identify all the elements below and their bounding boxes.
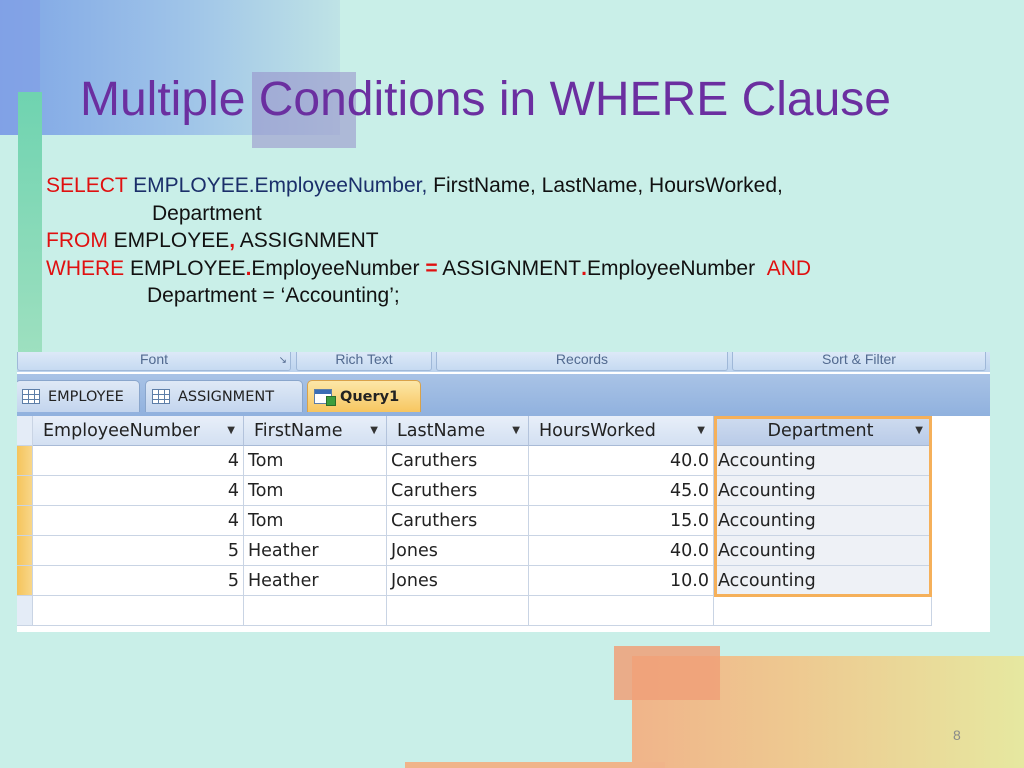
column-header-label: EmployeeNumber	[43, 421, 200, 441]
sql-line-from: FROM EMPLOYEE, ASSIGNMENT	[46, 227, 811, 255]
row-selector[interactable]	[17, 596, 33, 626]
sql-qualified-column: EMPLOYEE.EmployeeNumber,	[133, 174, 428, 197]
ribbon-group-font[interactable]: Font ↘	[17, 352, 291, 371]
select-all-corner[interactable]	[17, 416, 33, 446]
slide-number: 8	[953, 727, 961, 743]
sql-keyword-where: WHERE	[46, 256, 125, 280]
dropdown-arrow-icon[interactable]: ▼	[915, 416, 923, 445]
cell-employeenumber[interactable]	[33, 596, 244, 626]
sql-keyword-from: FROM	[46, 229, 108, 252]
ribbon-group-label: Rich Text	[335, 352, 393, 367]
row-selector[interactable]	[17, 506, 33, 536]
column-header-label: Department	[767, 421, 874, 441]
column-header-firstname[interactable]: FirstName ▼	[244, 416, 387, 446]
cell-firstname[interactable]: Tom	[244, 476, 387, 506]
cell-firstname[interactable]: Tom	[244, 506, 387, 536]
column-header-department[interactable]: Department ▼	[714, 416, 932, 446]
sql-columns: FirstName, LastName, HoursWorked,	[433, 174, 783, 197]
cell-employeenumber[interactable]: 5	[33, 536, 244, 566]
cell-firstname[interactable]: Heather	[244, 536, 387, 566]
cell-employeenumber[interactable]: 4	[33, 476, 244, 506]
tab-query1[interactable]: Query1	[307, 380, 421, 412]
ribbon-group-label: Font	[139, 352, 168, 367]
slide-title: Multiple Conditions in WHERE Clause	[80, 73, 891, 126]
row-selector[interactable]	[17, 476, 33, 506]
sql-table-b: ASSIGNMENT	[442, 256, 582, 280]
tab-assignment[interactable]: ASSIGNMENT	[145, 380, 303, 412]
column-header-label: LastName	[397, 421, 486, 441]
row-selector[interactable]	[17, 536, 33, 566]
cell-lastname[interactable]: Caruthers	[387, 506, 529, 536]
row-selector[interactable]	[17, 566, 33, 596]
decor-block-bottom-right-overlay	[614, 646, 720, 700]
tab-label: Query1	[340, 388, 400, 405]
cell-department[interactable]: Accounting	[714, 446, 932, 476]
dropdown-arrow-icon[interactable]: ▼	[697, 416, 705, 445]
cell-hoursworked[interactable]	[529, 596, 714, 626]
cell-lastname[interactable]	[387, 596, 529, 626]
dropdown-arrow-icon[interactable]: ▼	[370, 416, 378, 445]
cell-hoursworked[interactable]: 40.0	[529, 536, 714, 566]
dialog-launcher-icon[interactable]: ↘	[279, 354, 287, 368]
sql-table-a: EMPLOYEE	[130, 256, 246, 280]
cell-department[interactable]: Accounting	[714, 566, 932, 596]
cell-hoursworked[interactable]: 45.0	[529, 476, 714, 506]
ribbon-group-rich-text[interactable]: Rich Text	[296, 352, 432, 371]
sql-line-department: Department	[152, 201, 262, 225]
sql-comma: ,	[229, 229, 236, 252]
column-header-hoursworked[interactable]: HoursWorked ▼	[529, 416, 714, 446]
cell-firstname[interactable]	[244, 596, 387, 626]
ribbon-group-label: Records	[555, 352, 609, 367]
access-datasheet-screenshot: Font ↘ Rich Text Records Sort & Filter E…	[17, 352, 990, 632]
sql-line-select: SELECT EMPLOYEE.EmployeeNumber, FirstNam…	[46, 172, 811, 200]
column-header-label: HoursWorked	[539, 421, 656, 441]
ribbon-group-label: Sort & Filter	[822, 352, 896, 367]
cell-lastname[interactable]: Jones	[387, 536, 529, 566]
cell-hoursworked[interactable]: 10.0	[529, 566, 714, 596]
cell-employeenumber[interactable]: 4	[33, 446, 244, 476]
tab-label: ASSIGNMENT	[178, 388, 275, 405]
decor-bar-left	[18, 92, 42, 362]
column-header-employeenumber[interactable]: EmployeeNumber ▼	[33, 416, 244, 446]
cell-lastname[interactable]: Jones	[387, 566, 529, 596]
dropdown-arrow-icon[interactable]: ▼	[227, 416, 235, 445]
cell-department[interactable]: Accounting	[714, 476, 932, 506]
sql-line-condition: Department = ‘Accounting’;	[147, 284, 400, 307]
cell-department[interactable]: Accounting	[714, 536, 932, 566]
column-header-label: FirstName	[254, 421, 343, 441]
sql-keyword-select: SELECT	[46, 174, 128, 197]
query-icon	[314, 389, 336, 406]
ribbon-group-records[interactable]: Records	[436, 352, 728, 371]
table-icon	[152, 389, 170, 404]
tab-employee[interactable]: EMPLOYEE	[17, 380, 140, 412]
sql-field-b: EmployeeNumber	[586, 256, 756, 280]
cell-firstname[interactable]: Tom	[244, 446, 387, 476]
cell-department[interactable]: Accounting	[714, 506, 932, 536]
tab-label: EMPLOYEE	[48, 388, 124, 405]
cell-lastname[interactable]: Caruthers	[387, 476, 529, 506]
sql-field-a: EmployeeNumber	[251, 256, 420, 280]
ribbon-group-sort-filter[interactable]: Sort & Filter	[732, 352, 986, 371]
row-selector[interactable]	[17, 446, 33, 476]
dropdown-arrow-icon[interactable]: ▼	[512, 416, 520, 445]
sql-keyword-and: AND	[766, 256, 812, 280]
sql-equals: =	[425, 256, 438, 280]
sql-statement: SELECT EMPLOYEE.EmployeeNumber, FirstNam…	[46, 172, 811, 310]
cell-lastname[interactable]: Caruthers	[387, 446, 529, 476]
ribbon: Font ↘ Rich Text Records Sort & Filter	[17, 352, 990, 372]
cell-hoursworked[interactable]: 40.0	[529, 446, 714, 476]
column-header-lastname[interactable]: LastName ▼	[387, 416, 529, 446]
cell-firstname[interactable]: Heather	[244, 566, 387, 596]
table-icon	[22, 389, 40, 404]
document-tab-bar: EMPLOYEE ASSIGNMENT Query1	[17, 374, 990, 416]
cell-employeenumber[interactable]: 4	[33, 506, 244, 536]
sql-line-where: WHERE EMPLOYEE.EmployeeNumber = ASSIGNME…	[46, 255, 811, 283]
cell-department[interactable]	[714, 596, 932, 626]
sql-table-assignment: ASSIGNMENT	[239, 229, 379, 252]
cell-employeenumber[interactable]: 5	[33, 566, 244, 596]
sql-table-employee: EMPLOYEE	[113, 229, 230, 252]
cell-hoursworked[interactable]: 15.0	[529, 506, 714, 536]
decor-strip-bottom	[405, 762, 665, 768]
